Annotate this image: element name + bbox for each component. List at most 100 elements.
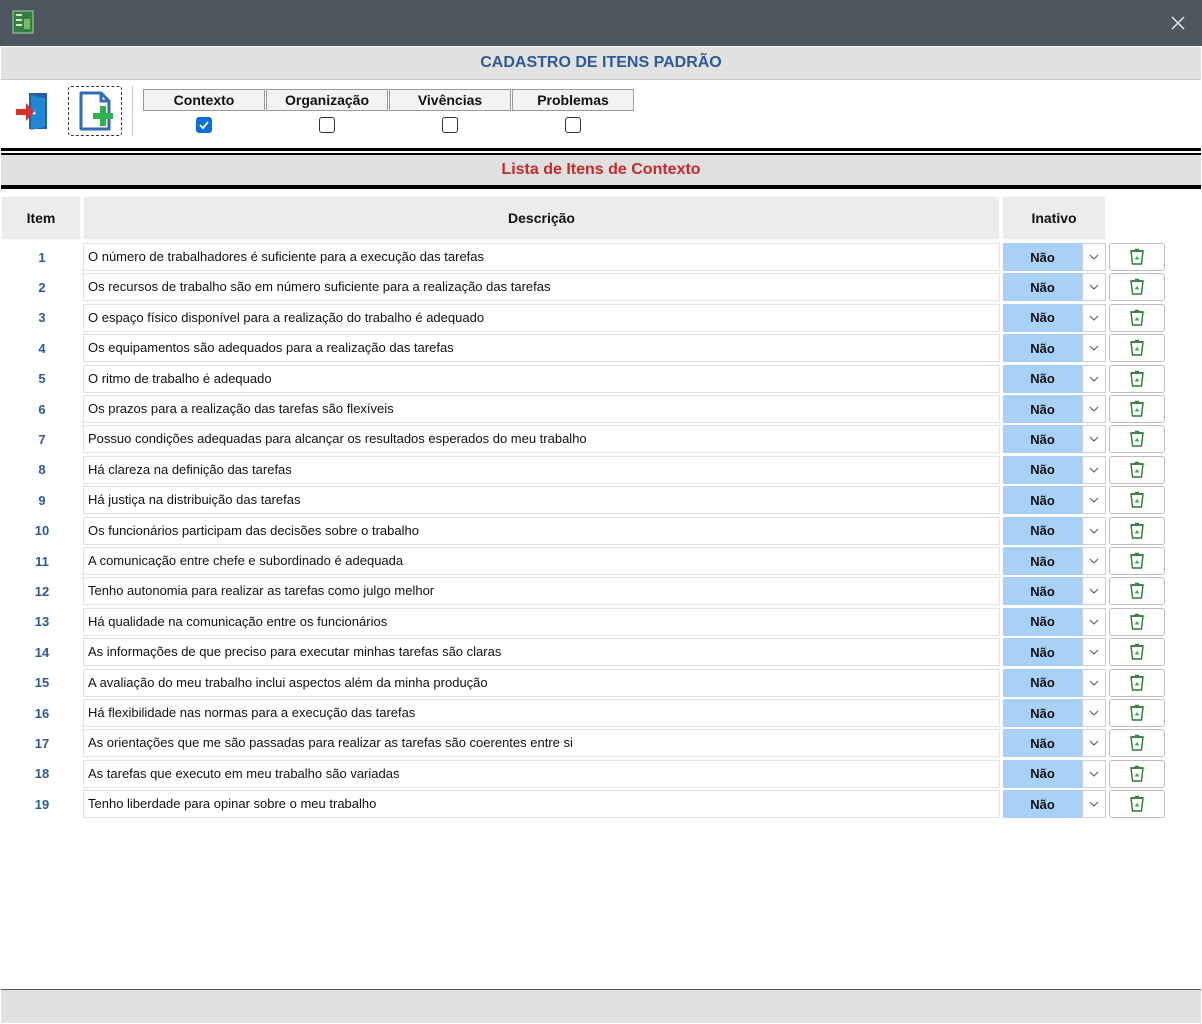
close-button[interactable]	[1164, 9, 1192, 37]
checkbox-problemas[interactable]	[565, 117, 581, 133]
chevron-down-icon[interactable]	[1082, 577, 1106, 606]
delete-item-button[interactable]	[1109, 303, 1165, 332]
exit-button[interactable]	[6, 86, 60, 136]
tab-label-contexto[interactable]: Contexto	[143, 89, 265, 111]
recycle-bin-icon	[1130, 339, 1144, 356]
item-number: 16	[34, 705, 50, 721]
add-item-button[interactable]	[68, 86, 122, 136]
delete-item-button[interactable]	[1109, 790, 1165, 819]
item-description[interactable]: Há clareza na definição das tarefas	[83, 455, 1000, 484]
item-description[interactable]: As informações de que preciso para execu…	[83, 638, 1000, 667]
delete-item-button[interactable]	[1109, 759, 1165, 788]
tab-label-organizacao[interactable]: Organização	[266, 89, 388, 111]
inactive-select[interactable]: Não	[1003, 486, 1106, 515]
inactive-select[interactable]: Não	[1003, 334, 1106, 363]
item-description[interactable]: O número de trabalhadores é suficiente p…	[83, 243, 1000, 271]
item-description[interactable]: Há qualidade na comunicação entre os fun…	[83, 607, 1000, 636]
delete-item-button[interactable]	[1109, 364, 1165, 393]
chevron-down-icon[interactable]	[1082, 425, 1106, 454]
chevron-down-icon[interactable]	[1082, 516, 1106, 545]
chevron-down-icon[interactable]	[1082, 607, 1106, 636]
recycle-bin-icon	[1130, 491, 1144, 508]
inactive-select[interactable]: Não	[1003, 577, 1106, 606]
inactive-select[interactable]: Não	[1003, 729, 1106, 758]
item-description[interactable]: As tarefas que executo em meu trabalho s…	[83, 759, 1000, 788]
inactive-select[interactable]: Não	[1003, 790, 1106, 819]
chevron-down-icon[interactable]	[1082, 303, 1106, 332]
chevron-down-icon[interactable]	[1082, 699, 1106, 727]
item-description[interactable]: Há flexibilidade nas normas para a execu…	[83, 699, 1000, 727]
tab-label-problemas[interactable]: Problemas	[512, 89, 634, 111]
recycle-bin-icon	[1130, 370, 1144, 387]
item-description[interactable]: Os prazos para a realização das tarefas …	[83, 395, 1000, 423]
inactive-select[interactable]: Não	[1003, 243, 1106, 271]
chevron-down-icon[interactable]	[1082, 547, 1106, 575]
chevron-down-icon[interactable]	[1082, 334, 1106, 363]
close-icon	[1171, 16, 1185, 30]
inactive-select[interactable]: Não	[1003, 364, 1106, 393]
item-description[interactable]: Há justiça na distribuição das tarefas	[83, 486, 1000, 515]
recycle-bin-icon	[1130, 248, 1144, 265]
delete-item-button[interactable]	[1109, 668, 1165, 697]
item-description[interactable]: O espaço físico disponível para a realiz…	[83, 303, 1000, 332]
inactive-select[interactable]: Não	[1003, 516, 1106, 545]
item-description[interactable]: Os funcionários participam das decisões …	[83, 516, 1000, 545]
add-document-icon	[79, 91, 113, 131]
chevron-down-icon[interactable]	[1082, 638, 1106, 667]
delete-item-button[interactable]	[1109, 486, 1165, 515]
recycle-bin-icon	[1130, 704, 1144, 721]
delete-item-button[interactable]	[1109, 334, 1165, 363]
chevron-down-icon[interactable]	[1082, 790, 1106, 819]
chevron-down-icon[interactable]	[1082, 455, 1106, 484]
delete-item-button[interactable]	[1109, 425, 1165, 454]
item-description[interactable]: Os recursos de trabalho são em número su…	[83, 273, 1000, 302]
delete-item-button[interactable]	[1109, 547, 1165, 575]
item-description[interactable]: As orientações que me são passadas para …	[83, 729, 1000, 758]
delete-item-button[interactable]	[1109, 395, 1165, 423]
chevron-down-icon[interactable]	[1082, 395, 1106, 423]
inactive-select[interactable]: Não	[1003, 455, 1106, 484]
inactive-select[interactable]: Não	[1003, 425, 1106, 454]
chevron-down-icon[interactable]	[1082, 729, 1106, 758]
item-description[interactable]: A comunicação entre chefe e subordinado …	[83, 547, 1000, 575]
inactive-select-value: Não	[1003, 607, 1082, 636]
inactive-select[interactable]: Não	[1003, 699, 1106, 727]
delete-item-button[interactable]	[1109, 607, 1165, 636]
inactive-select[interactable]: Não	[1003, 607, 1106, 636]
delete-item-button[interactable]	[1109, 516, 1165, 545]
item-description[interactable]: Tenho autonomia para realizar as tarefas…	[83, 577, 1000, 606]
item-description[interactable]: Possuo condições adequadas para alcançar…	[83, 425, 1000, 454]
item-description[interactable]: O ritmo de trabalho é adequado	[83, 364, 1000, 393]
delete-item-button[interactable]	[1109, 455, 1165, 484]
delete-item-button[interactable]	[1109, 729, 1165, 758]
chevron-down-icon[interactable]	[1082, 759, 1106, 788]
page-title: CADASTRO DE ITENS PADRÃO	[480, 54, 722, 71]
checkbox-organizacao[interactable]	[319, 117, 335, 133]
window-titlebar	[0, 0, 1202, 46]
delete-item-button[interactable]	[1109, 273, 1165, 302]
chevron-down-icon[interactable]	[1082, 273, 1106, 302]
inactive-select[interactable]: Não	[1003, 547, 1106, 575]
delete-item-button[interactable]	[1109, 243, 1165, 271]
delete-item-button[interactable]	[1109, 638, 1165, 667]
checkbox-contexto[interactable]	[196, 117, 212, 133]
inactive-select[interactable]: Não	[1003, 273, 1106, 302]
chevron-down-icon[interactable]	[1082, 364, 1106, 393]
table-row: 7 Possuo condições adequadas para alcança…	[0, 424, 1202, 454]
item-description[interactable]: Os equipamentos são adequados para a rea…	[83, 334, 1000, 363]
chevron-down-icon[interactable]	[1082, 486, 1106, 515]
delete-item-button[interactable]	[1109, 699, 1165, 727]
item-description[interactable]: A avaliação do meu trabalho inclui aspec…	[83, 668, 1000, 697]
inactive-select[interactable]: Não	[1003, 303, 1106, 332]
chevron-down-icon[interactable]	[1082, 243, 1106, 271]
checkbox-vivencias[interactable]	[442, 117, 458, 133]
delete-item-button[interactable]	[1109, 577, 1165, 606]
inactive-select[interactable]: Não	[1003, 638, 1106, 667]
chevron-down-icon[interactable]	[1082, 668, 1106, 697]
inactive-select[interactable]: Não	[1003, 395, 1106, 423]
list-title-band: Lista de Itens de Contexto	[1, 155, 1201, 185]
inactive-select[interactable]: Não	[1003, 759, 1106, 788]
inactive-select[interactable]: Não	[1003, 668, 1106, 697]
item-description[interactable]: Tenho liberdade para opinar sobre o meu …	[83, 790, 1000, 819]
tab-label-vivencias[interactable]: Vivências	[389, 89, 511, 111]
